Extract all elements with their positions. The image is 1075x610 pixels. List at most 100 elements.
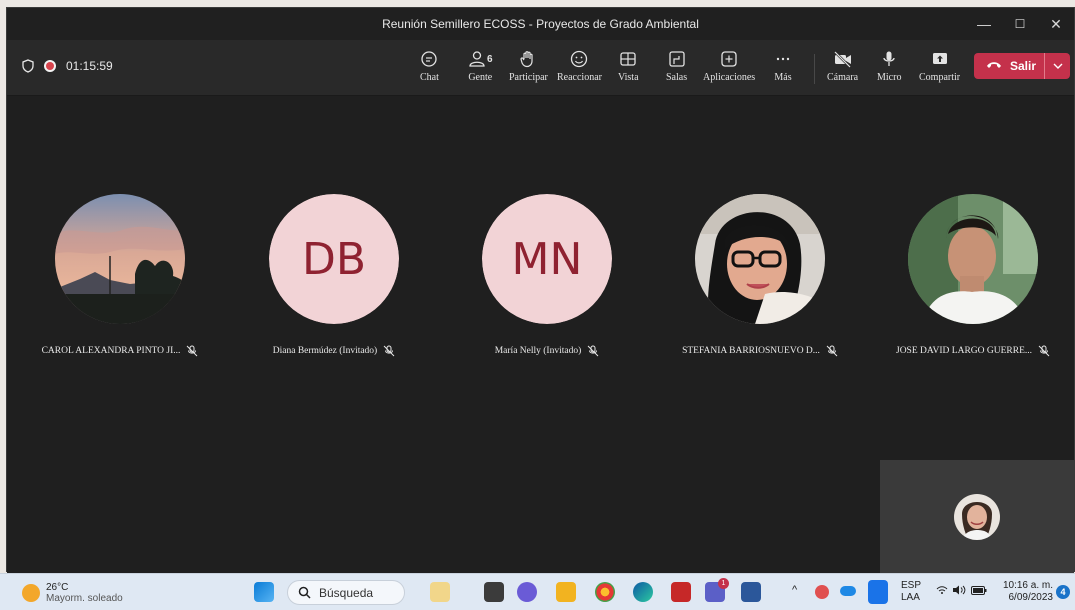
chat-label: Chat <box>420 72 439 83</box>
leave-options-chevron-icon[interactable] <box>1045 63 1070 70</box>
minimize-button[interactable]: — <box>966 8 1002 40</box>
taskbar-search[interactable]: Búsqueda <box>287 580 405 605</box>
onedrive-icon[interactable] <box>840 586 856 596</box>
mic-off-icon <box>587 345 599 357</box>
wifi-icon[interactable] <box>936 585 948 598</box>
grid-view-icon <box>619 48 637 70</box>
hand-icon <box>519 48 537 70</box>
avatar <box>55 194 185 324</box>
tray-expand-chevron-icon[interactable]: ^ <box>792 584 797 596</box>
participant-tile[interactable]: CAROL ALEXANDRA PINTO JI... <box>30 194 210 357</box>
weather-sun-icon <box>22 584 40 602</box>
windows-start-icon[interactable] <box>254 582 274 602</box>
meeting-info: 01:15:59 <box>22 59 113 73</box>
teams-icon[interactable]: 1 <box>705 578 729 602</box>
participant-tile[interactable]: JOSE DAVID LARGO GUERRE... <box>883 194 1063 357</box>
participant-name: María Nelly (Invitado) <box>457 345 637 357</box>
add-app-icon <box>720 48 738 70</box>
chat-button[interactable]: Chat <box>420 48 439 83</box>
people-label: Gente <box>468 72 493 83</box>
mic-off-icon <box>187 345 198 357</box>
more-button[interactable]: Más <box>774 48 792 83</box>
more-label: Más <box>774 72 792 83</box>
avatar <box>695 194 825 324</box>
clock-time: 10:16 a. m. <box>1002 580 1053 591</box>
participant-name: STEFANIA BARRIOSNUEVO D... <box>670 345 850 357</box>
smiley-icon <box>570 48 588 70</box>
share-button[interactable]: Compartir <box>919 48 960 83</box>
chat-app-icon[interactable] <box>517 582 537 602</box>
participant-name: Diana Bermúdez (Invitado) <box>244 345 424 357</box>
mic-label: Micro <box>877 72 902 83</box>
notification-badge[interactable]: 4 <box>1056 585 1070 599</box>
rooms-button[interactable]: Salas <box>666 48 687 83</box>
keyboard-layout: LAA <box>901 592 920 603</box>
participant-name-text: Diana Bermúdez (Invitado) <box>272 346 378 356</box>
microphone-icon <box>880 48 898 70</box>
breakout-rooms-icon <box>668 48 686 70</box>
hang-up-icon <box>986 59 1002 73</box>
share-screen-icon <box>931 48 949 70</box>
participant-tile[interactable]: MN María Nelly (Invitado) <box>457 194 637 357</box>
leave-main[interactable]: Salir <box>974 53 1044 79</box>
clock-date: 6/09/2023 <box>1008 592 1054 603</box>
search-placeholder: Búsqueda <box>319 585 374 600</box>
view-button[interactable]: Vista <box>618 48 639 83</box>
widgets-icon[interactable] <box>430 582 450 602</box>
participant-tile[interactable]: DB Diana Bermúdez (Invitado) <box>244 194 424 357</box>
title-bar: Reunión Semillero ECOSS - Proyectos de G… <box>7 8 1074 40</box>
camera-button[interactable]: Cámara <box>827 48 858 83</box>
camera-label: Cámara <box>827 72 859 83</box>
language-code: ESP <box>901 580 922 591</box>
recording-icon <box>44 60 56 72</box>
avatar-initials: DB <box>269 194 399 324</box>
language-indicator[interactable]: ESP LAA <box>901 580 921 604</box>
tray-app-icon[interactable] <box>815 585 829 599</box>
participant-name: JOSE DAVID LARGO GUERRE... <box>883 345 1063 357</box>
file-explorer-icon[interactable] <box>556 582 576 602</box>
close-button[interactable]: ✕ <box>1038 8 1074 40</box>
people-button[interactable]: 6 Gente <box>468 48 493 83</box>
react-button[interactable]: Reaccionar <box>557 48 602 83</box>
self-view[interactable] <box>880 460 1074 573</box>
edge-icon[interactable] <box>633 582 653 602</box>
participant-name-text: STEFANIA BARRIOSNUEVO D... <box>682 346 820 356</box>
chat-icon <box>420 48 438 70</box>
maximize-button[interactable]: ☐ <box>1002 8 1038 40</box>
battery-icon[interactable] <box>971 586 987 598</box>
self-avatar <box>954 493 1000 540</box>
shield-icon[interactable] <box>22 59 34 73</box>
share-label: Compartir <box>919 72 961 83</box>
taskbar: 26°C Mayorm. soleado Búsqueda 1 ^ ESP LA… <box>0 573 1075 610</box>
teams-window: Reunión Semillero ECOSS - Proyectos de G… <box>6 7 1075 573</box>
weather-widget[interactable]: 26°C Mayorm. soleado <box>22 582 123 604</box>
participant-name-text: CAROL ALEXANDRA PINTO JI... <box>41 346 181 356</box>
weather-text: 26°C Mayorm. soleado <box>46 582 123 604</box>
raise-hand-button[interactable]: Participar <box>509 48 548 83</box>
task-view-icon[interactable] <box>484 582 504 602</box>
more-dots-icon <box>774 48 792 70</box>
system-clock[interactable]: 10:16 a. m. 6/09/2023 <box>1003 580 1053 604</box>
leave-button[interactable]: Salir <box>974 53 1070 79</box>
mic-button[interactable]: Micro <box>877 48 901 83</box>
react-label: Reaccionar <box>557 72 602 83</box>
apps-button[interactable]: Aplicaciones <box>703 48 755 83</box>
avatar <box>908 194 1038 324</box>
chrome-icon[interactable] <box>595 582 615 602</box>
teams-badge: 1 <box>718 578 729 589</box>
meeting-timer: 01:15:59 <box>66 59 113 73</box>
raise-hand-label: Participar <box>509 72 548 83</box>
participant-name-text: María Nelly (Invitado) <box>494 346 582 356</box>
security-app-icon[interactable] <box>671 582 691 602</box>
mic-off-icon <box>826 345 838 357</box>
meeting-toolbar: 01:15:59 Chat 6 Gente Participar Reaccio… <box>7 40 1074 96</box>
participant-tile[interactable]: STEFANIA BARRIOSNUEVO D... <box>670 194 850 357</box>
mic-in-use-icon[interactable] <box>868 580 888 604</box>
participants-stage: CAROL ALEXANDRA PINTO JI... DB Diana Ber… <box>7 97 1074 573</box>
camera-off-icon <box>833 48 853 70</box>
leave-label: Salir <box>1010 59 1037 73</box>
avatar-initials: MN <box>482 194 612 324</box>
word-icon[interactable] <box>741 582 761 602</box>
view-label: Vista <box>618 72 639 83</box>
volume-icon[interactable] <box>952 585 966 598</box>
